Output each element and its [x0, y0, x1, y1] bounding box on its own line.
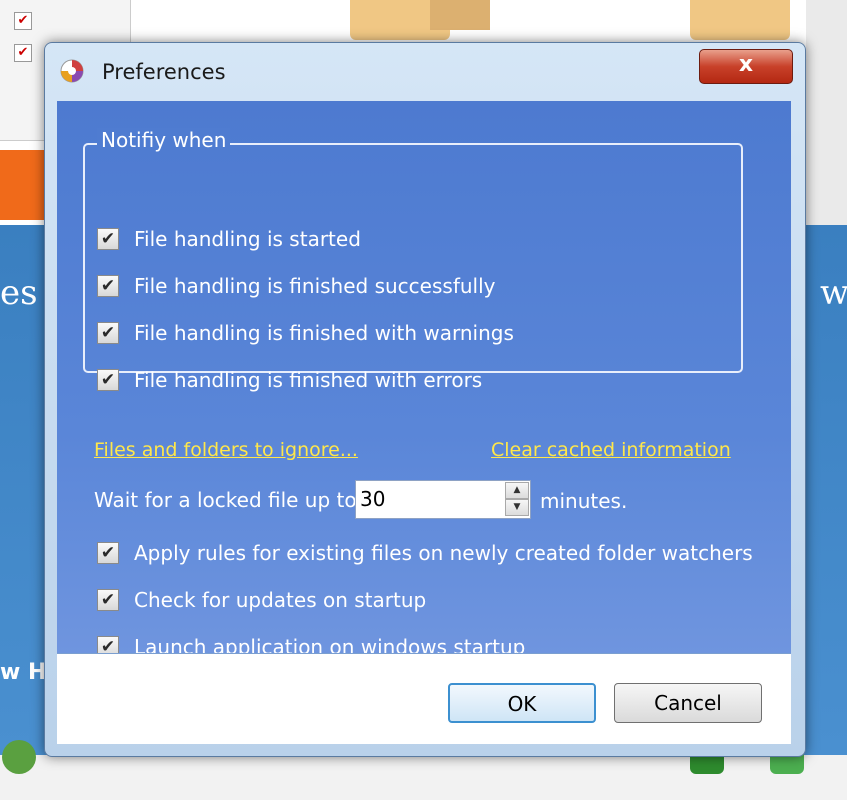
notify-success-checkbox[interactable]: ✔	[97, 275, 119, 297]
wait-locked-file-label: Wait for a locked file up to	[94, 488, 357, 512]
background-text-right: w	[820, 273, 847, 313]
notify-started-option[interactable]: ✔ File handling is started	[97, 225, 361, 253]
wait-minutes-input[interactable]: 30	[360, 487, 385, 511]
apply-rules-option[interactable]: ✔ Apply rules for existing files on newl…	[97, 539, 753, 567]
spinner-up-arrow-icon[interactable]: ▲	[505, 482, 529, 499]
notify-started-checkbox[interactable]: ✔	[97, 228, 119, 250]
background-folder-icon	[430, 0, 490, 30]
background-text-bottom-left: w H	[0, 660, 47, 685]
background-folder-icon	[690, 0, 790, 40]
notify-warnings-option[interactable]: ✔ File handling is finished with warning…	[97, 319, 514, 347]
background-strip	[806, 0, 847, 225]
background-globe-icon	[2, 740, 36, 774]
background-checkbox-icon: ✔	[14, 44, 32, 62]
clear-cache-link[interactable]: Clear cached information	[491, 439, 731, 461]
cancel-button[interactable]: Cancel	[614, 683, 762, 723]
notify-group-legend: Notifiy when	[97, 128, 231, 152]
notify-started-label: File handling is started	[134, 227, 361, 251]
background-text-left: es	[0, 273, 38, 313]
preferences-dialog: Preferences x Notifiy when ✔ File handli…	[44, 42, 806, 757]
minutes-unit-label: minutes.	[540, 489, 628, 513]
apply-rules-checkbox[interactable]: ✔	[97, 542, 119, 564]
title-bar[interactable]: Preferences x	[45, 43, 805, 99]
wait-minutes-spinner[interactable]: 30 ▲ ▼	[355, 480, 531, 519]
spinner-down-arrow-icon[interactable]: ▼	[505, 499, 529, 516]
check-updates-label: Check for updates on startup	[134, 588, 427, 612]
check-updates-option[interactable]: ✔ Check for updates on startup	[97, 586, 426, 614]
notify-warnings-label: File handling is finished with warnings	[134, 321, 514, 345]
dialog-title: Preferences	[102, 60, 226, 84]
files-folders-ignore-link[interactable]: Files and folders to ignore...	[94, 439, 358, 461]
spinner-buttons: ▲ ▼	[505, 482, 529, 517]
notify-errors-option[interactable]: ✔ File handling is finished with errors	[97, 366, 482, 394]
close-button[interactable]: x	[699, 49, 793, 84]
preferences-panel: Notifiy when ✔ File handling is started …	[57, 101, 791, 659]
notify-errors-label: File handling is finished with errors	[134, 368, 483, 392]
apply-rules-label: Apply rules for existing files on newly …	[134, 541, 753, 565]
ok-button[interactable]: OK	[448, 683, 596, 723]
notify-warnings-checkbox[interactable]: ✔	[97, 322, 119, 344]
background-checkbox-icon: ✔	[14, 12, 32, 30]
check-updates-checkbox[interactable]: ✔	[97, 589, 119, 611]
notify-success-label: File handling is finished successfully	[134, 274, 496, 298]
preferences-app-icon	[60, 59, 84, 83]
notify-errors-checkbox[interactable]: ✔	[97, 369, 119, 391]
notify-success-option[interactable]: ✔ File handling is finished successfully	[97, 272, 495, 300]
close-icon: x	[738, 52, 754, 77]
